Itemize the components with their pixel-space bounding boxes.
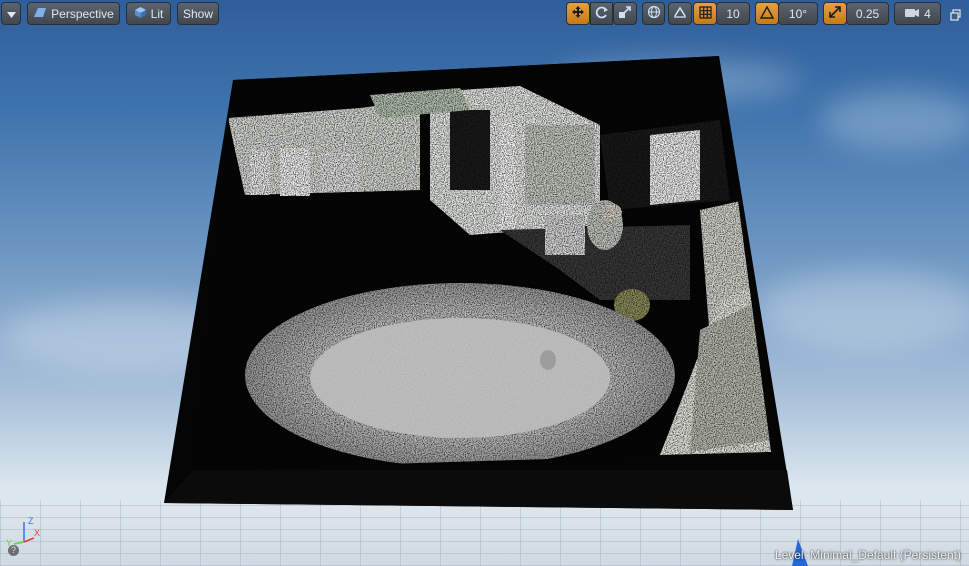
- grid-snap-value-label: 10: [726, 6, 740, 21]
- viewport-options-dropdown[interactable]: [1, 2, 21, 25]
- rotation-snap-value-label: 10°: [788, 6, 808, 21]
- show-label: Show: [182, 6, 214, 21]
- level-viewport[interactable]: Z X Y ?: [0, 0, 969, 566]
- grid-icon: [698, 5, 712, 22]
- lit-label: Lit: [150, 6, 164, 21]
- world-local-toggle[interactable]: [642, 2, 665, 25]
- surface-snapping-button[interactable]: [668, 2, 692, 25]
- grid-snap-value[interactable]: 10: [716, 2, 750, 25]
- scale-snap-toggle[interactable]: [823, 2, 847, 25]
- scale-snap-value-label: 0.25: [855, 6, 880, 21]
- perspective-icon: [33, 6, 47, 21]
- level-label: Level:: [774, 548, 807, 562]
- perspective-label: Perspective: [51, 6, 114, 21]
- grid-snap-toggle[interactable]: [693, 2, 717, 25]
- surface-snap-icon: [673, 5, 687, 22]
- slab-edge: [164, 470, 793, 510]
- rotation-snap-value[interactable]: 10°: [778, 2, 818, 25]
- rotation-snap-toggle[interactable]: [755, 2, 779, 25]
- scale-icon: [618, 5, 632, 22]
- maximize-viewport-icon[interactable]: [950, 8, 962, 21]
- point-cloud-content: [193, 56, 771, 470]
- camera-icon: [904, 6, 920, 21]
- chevron-down-icon: [6, 7, 16, 21]
- lit-button[interactable]: Lit: [126, 2, 171, 25]
- camera-speed-value-label: 4: [924, 6, 931, 21]
- lit-cube-icon: [134, 6, 147, 22]
- level-status: Level: Minimal_Default (Persistent): [775, 548, 961, 562]
- move-icon: [571, 5, 585, 22]
- point-cloud-mesh[interactable]: [0, 0, 969, 566]
- perspective-button[interactable]: Perspective: [27, 2, 120, 25]
- translate-mode-button[interactable]: [566, 2, 590, 25]
- axis-z-label: Z: [28, 516, 34, 526]
- scale-snap-value[interactable]: 0.25: [846, 2, 889, 25]
- show-button[interactable]: Show: [177, 2, 219, 25]
- scale-mode-button[interactable]: [613, 2, 637, 25]
- globe-icon: [647, 5, 661, 22]
- axis-x-label: X: [34, 528, 40, 538]
- level-name: Minimal_Default (Persistent): [810, 548, 961, 562]
- camera-speed-button[interactable]: 4: [894, 2, 941, 25]
- scale-snap-icon: [828, 5, 842, 22]
- help-icon[interactable]: ?: [8, 545, 19, 556]
- rotate-icon: [595, 5, 609, 22]
- angle-icon: [759, 5, 775, 22]
- rotate-mode-button[interactable]: [590, 2, 613, 25]
